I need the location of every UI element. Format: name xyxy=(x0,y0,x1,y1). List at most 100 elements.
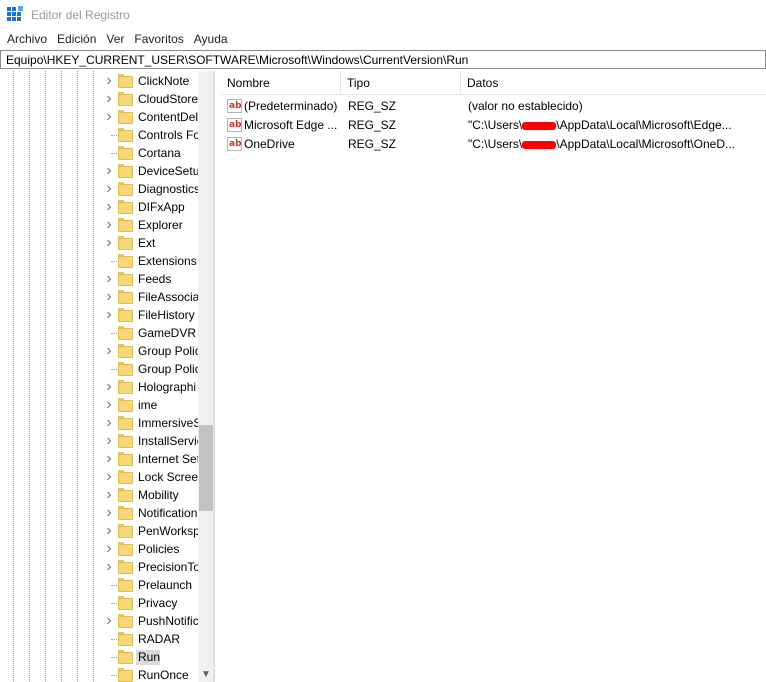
tree-item[interactable]: › Diagnostics xyxy=(0,180,198,198)
chevron-right-icon[interactable]: › xyxy=(103,343,115,359)
menu-ayuda[interactable]: Ayuda xyxy=(189,32,233,46)
chevron-right-icon[interactable]: › xyxy=(103,379,115,395)
folder-icon xyxy=(118,236,133,250)
scroll-down-arrow-icon[interactable]: ▼ xyxy=(198,668,213,682)
tree-item-label: Group Polic xyxy=(138,362,198,376)
tree-item[interactable]: › ImmersiveS xyxy=(0,414,198,432)
tree-item[interactable]: › Ext xyxy=(0,234,198,252)
chevron-right-icon[interactable]: › xyxy=(103,505,115,521)
chevron-right-icon[interactable]: › xyxy=(103,289,115,305)
tree-item[interactable]: › Feeds xyxy=(0,270,198,288)
address-bar[interactable]: Equipo\HKEY_CURRENT_USER\SOFTWARE\Micros… xyxy=(0,50,766,69)
tree-item[interactable]: › Holographi xyxy=(0,378,198,396)
chevron-right-icon[interactable]: › xyxy=(103,217,115,233)
tree-item[interactable]: RADAR xyxy=(0,630,198,648)
tree-item[interactable]: › Mobility xyxy=(0,486,198,504)
chevron-right-icon[interactable]: › xyxy=(103,613,115,629)
tree-item-label: Internet Set xyxy=(138,452,198,466)
folder-icon xyxy=(118,560,133,574)
value-row[interactable]: ab OneDrive REG_SZ "C:\Users\ \AppData\Local… xyxy=(221,135,766,154)
tree-item[interactable]: GameDVR xyxy=(0,324,198,342)
value-data: "C:\Users\ \AppData\Local\Microsoft\OneD.… xyxy=(468,137,758,152)
tree-item-label: Policies xyxy=(138,542,180,556)
tree-item[interactable]: › DIFxApp xyxy=(0,198,198,216)
folder-icon xyxy=(118,218,133,232)
tree-item[interactable]: › PrecisionTo xyxy=(0,558,198,576)
value-type: REG_SZ xyxy=(348,99,397,113)
menu-favoritos[interactable]: Favoritos xyxy=(129,32,188,46)
folder-icon xyxy=(118,182,133,196)
tree-item-label: FileAssocia xyxy=(138,290,198,304)
tree-item-label: ContentDel xyxy=(138,110,198,124)
chevron-right-icon[interactable]: › xyxy=(103,307,115,323)
chevron-right-icon[interactable]: › xyxy=(103,73,115,89)
chevron-right-icon[interactable]: › xyxy=(103,181,115,197)
tree-connector xyxy=(111,153,117,154)
tree-item[interactable]: › Group Polic xyxy=(0,342,198,360)
chevron-right-icon[interactable]: › xyxy=(103,451,115,467)
chevron-right-icon[interactable]: › xyxy=(103,487,115,503)
chevron-right-icon[interactable]: › xyxy=(103,397,115,413)
tree-item[interactable]: › ClickNote xyxy=(0,72,198,90)
chevron-right-icon[interactable]: › xyxy=(103,235,115,251)
tree-item[interactable]: › Explorer xyxy=(0,216,198,234)
tree-item[interactable]: › ime xyxy=(0,396,198,414)
chevron-right-icon[interactable]: › xyxy=(103,559,115,575)
tree-item[interactable]: › InstallServic xyxy=(0,432,198,450)
tree-item[interactable]: Prelaunch xyxy=(0,576,198,594)
chevron-right-icon[interactable]: › xyxy=(103,91,115,107)
chevron-right-icon[interactable]: › xyxy=(103,199,115,215)
tree-item[interactable]: RunOnce xyxy=(0,666,198,682)
tree-item-label: Run xyxy=(136,650,160,665)
tree-item[interactable]: Extensions xyxy=(0,252,198,270)
column-header-tipo[interactable]: Tipo xyxy=(341,71,461,95)
chevron-right-icon[interactable]: › xyxy=(103,109,115,125)
tree-item[interactable]: Group Polic xyxy=(0,360,198,378)
tree-item[interactable]: › FileAssocia xyxy=(0,288,198,306)
tree-item[interactable]: Privacy xyxy=(0,594,198,612)
column-header-nombre[interactable]: Nombre xyxy=(221,71,341,95)
value-name: Microsoft Edge ... xyxy=(244,118,338,132)
tree-item[interactable]: › Internet Set xyxy=(0,450,198,468)
tree-item-label: GameDVR xyxy=(138,326,197,340)
value-row[interactable]: ab (Predeterminado) REG_SZ (valor no establ… xyxy=(221,97,766,116)
tree-item[interactable]: › Policies xyxy=(0,540,198,558)
menu-ver[interactable]: Ver xyxy=(101,32,129,46)
chevron-right-icon[interactable]: › xyxy=(103,415,115,431)
folder-icon xyxy=(118,632,133,646)
tree-scrollbar[interactable]: ▼ xyxy=(198,71,213,682)
chevron-right-icon[interactable]: › xyxy=(103,433,115,449)
folder-icon xyxy=(118,596,133,610)
tree-item[interactable]: › Notification xyxy=(0,504,198,522)
chevron-right-icon[interactable]: › xyxy=(103,469,115,485)
tree-connector xyxy=(111,639,117,640)
chevron-right-icon[interactable]: › xyxy=(103,271,115,287)
chevron-right-icon[interactable]: › xyxy=(103,163,115,179)
tree-item[interactable]: › FileHistory xyxy=(0,306,198,324)
tree-item-label: Group Polic xyxy=(138,344,198,358)
tree-item-label: RADAR xyxy=(138,632,181,646)
tree-item[interactable]: Controls Fo xyxy=(0,126,198,144)
tree-item-label: Holographi xyxy=(138,380,197,394)
tree-item[interactable]: › ContentDel xyxy=(0,108,198,126)
tree-item[interactable]: › Lock Screen xyxy=(0,468,198,486)
key-tree-pane[interactable]: › ClickNote › CloudStore › ContentDel Controls… xyxy=(0,71,214,682)
tree-scrollbar-thumb[interactable] xyxy=(199,425,213,511)
menu-archivo[interactable]: Archivo xyxy=(2,32,52,46)
folder-icon xyxy=(118,524,133,538)
chevron-right-icon[interactable]: › xyxy=(103,523,115,539)
menu-edicion[interactable]: Edición xyxy=(52,32,101,46)
pane-splitter[interactable] xyxy=(214,71,221,682)
tree-item[interactable]: Cortana xyxy=(0,144,198,162)
values-pane[interactable]: Nombre Tipo Datos ab (Predeterminado) REG_… xyxy=(221,71,766,682)
tree-item-label: Feeds xyxy=(138,272,172,286)
column-header-datos[interactable]: Datos xyxy=(461,71,766,95)
title-bar[interactable]: Editor del Registro xyxy=(0,0,766,29)
value-row[interactable]: ab Microsoft Edge ... REG_SZ "C:\Users\ \App… xyxy=(221,116,766,135)
tree-item[interactable]: Run xyxy=(0,648,198,666)
tree-item[interactable]: › CloudStore xyxy=(0,90,198,108)
tree-item[interactable]: › PushNotific xyxy=(0,612,198,630)
tree-item[interactable]: › DeviceSetu xyxy=(0,162,198,180)
tree-item[interactable]: › PenWorksp xyxy=(0,522,198,540)
chevron-right-icon[interactable]: › xyxy=(103,541,115,557)
